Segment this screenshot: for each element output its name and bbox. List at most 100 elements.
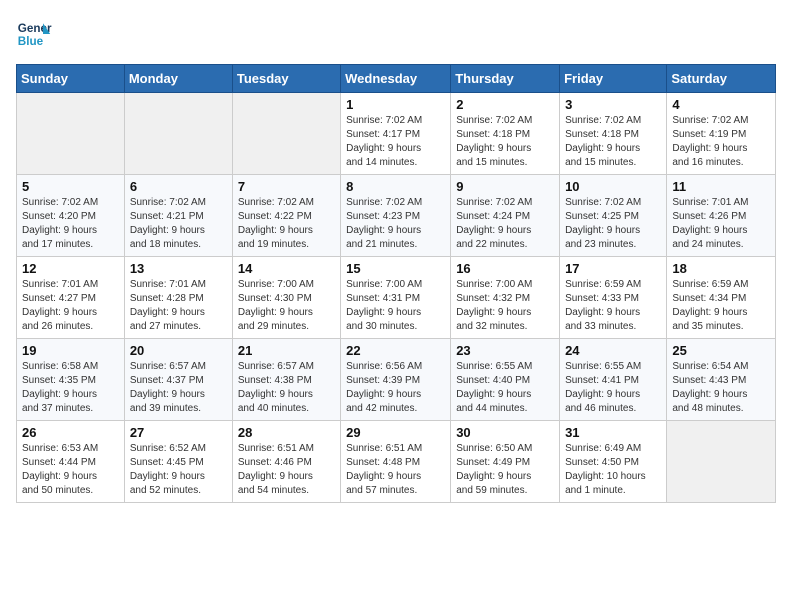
day-of-week-header: Monday [124, 65, 232, 93]
day-number: 22 [346, 343, 445, 358]
day-info: Sunrise: 7:00 AM Sunset: 4:32 PM Dayligh… [456, 278, 554, 334]
day-number: 2 [456, 97, 554, 112]
day-info: Sunrise: 6:55 AM Sunset: 4:40 PM Dayligh… [456, 360, 554, 416]
calendar-day-cell: 16 Sunrise: 7:00 AM Sunset: 4:32 PM Dayli… [451, 257, 560, 339]
calendar-day-cell: 31 Sunrise: 6:49 AM Sunset: 4:50 PM Dayli… [560, 421, 667, 503]
day-number: 12 [22, 261, 119, 276]
day-number: 23 [456, 343, 554, 358]
calendar-day-cell: 27 Sunrise: 6:52 AM Sunset: 4:45 PM Dayli… [124, 421, 232, 503]
day-info: Sunrise: 6:52 AM Sunset: 4:45 PM Dayligh… [130, 442, 227, 498]
logo: General Blue [16, 16, 52, 52]
calendar-day-cell: 14 Sunrise: 7:00 AM Sunset: 4:30 PM Dayli… [232, 257, 340, 339]
day-number: 21 [238, 343, 335, 358]
day-info: Sunrise: 7:02 AM Sunset: 4:24 PM Dayligh… [456, 196, 554, 252]
day-info: Sunrise: 7:00 AM Sunset: 4:30 PM Dayligh… [238, 278, 335, 334]
calendar-day-cell: 8Sunrise: 7:02 AM Sunset: 4:23 PM Daylig… [341, 175, 451, 257]
calendar-day-cell: 10 Sunrise: 7:02 AM Sunset: 4:25 PM Dayli… [560, 175, 667, 257]
day-info: Sunrise: 7:02 AM Sunset: 4:23 PM Dayligh… [346, 196, 445, 252]
day-number: 15 [346, 261, 445, 276]
day-info: Sunrise: 7:02 AM Sunset: 4:18 PM Dayligh… [565, 114, 661, 170]
day-number: 27 [130, 425, 227, 440]
day-number: 31 [565, 425, 661, 440]
day-number: 14 [238, 261, 335, 276]
day-number: 25 [672, 343, 770, 358]
calendar-day-cell: 11 Sunrise: 7:01 AM Sunset: 4:26 PM Dayli… [667, 175, 776, 257]
day-number: 3 [565, 97, 661, 112]
day-number: 5 [22, 179, 119, 194]
calendar-day-cell: 3 Sunrise: 7:02 AM Sunset: 4:18 PM Daylig… [560, 93, 667, 175]
calendar-day-cell: 28 Sunrise: 6:51 AM Sunset: 4:46 PM Dayli… [232, 421, 340, 503]
day-info: Sunrise: 6:49 AM Sunset: 4:50 PM Dayligh… [565, 442, 661, 498]
calendar-day-cell: 20Sunrise: 6:57 AM Sunset: 4:37 PM Dayli… [124, 339, 232, 421]
day-info: Sunrise: 6:57 AM Sunset: 4:37 PM Dayligh… [130, 360, 227, 416]
day-number: 6 [130, 179, 227, 194]
calendar-day-cell: 24 Sunrise: 6:55 AM Sunset: 4:41 PM Dayli… [560, 339, 667, 421]
day-of-week-header: Friday [560, 65, 667, 93]
day-info: Sunrise: 6:55 AM Sunset: 4:41 PM Dayligh… [565, 360, 661, 416]
day-number: 1 [346, 97, 445, 112]
calendar-day-cell: 19Sunrise: 6:58 AM Sunset: 4:35 PM Dayli… [17, 339, 125, 421]
calendar-day-cell: 13Sunrise: 7:01 AM Sunset: 4:28 PM Dayli… [124, 257, 232, 339]
day-info: Sunrise: 7:02 AM Sunset: 4:17 PM Dayligh… [346, 114, 445, 170]
day-info: Sunrise: 7:00 AM Sunset: 4:31 PM Dayligh… [346, 278, 445, 334]
day-info: Sunrise: 6:50 AM Sunset: 4:49 PM Dayligh… [456, 442, 554, 498]
logo-icon: General Blue [16, 16, 52, 52]
calendar-week-row: 5 Sunrise: 7:02 AM Sunset: 4:20 PM Daylig… [17, 175, 776, 257]
svg-text:Blue: Blue [18, 35, 44, 48]
day-info: Sunrise: 7:02 AM Sunset: 4:18 PM Dayligh… [456, 114, 554, 170]
day-number: 10 [565, 179, 661, 194]
day-info: Sunrise: 6:56 AM Sunset: 4:39 PM Dayligh… [346, 360, 445, 416]
calendar-day-cell [17, 93, 125, 175]
calendar-day-cell: 7Sunrise: 7:02 AM Sunset: 4:22 PM Daylig… [232, 175, 340, 257]
day-info: Sunrise: 6:51 AM Sunset: 4:46 PM Dayligh… [238, 442, 335, 498]
calendar-day-cell: 12 Sunrise: 7:01 AM Sunset: 4:27 PM Dayli… [17, 257, 125, 339]
calendar-week-row: 12 Sunrise: 7:01 AM Sunset: 4:27 PM Dayli… [17, 257, 776, 339]
calendar-header-row: SundayMondayTuesdayWednesdayThursdayFrid… [17, 65, 776, 93]
calendar-week-row: 1 Sunrise: 7:02 AM Sunset: 4:17 PM Daylig… [17, 93, 776, 175]
calendar-day-cell: 5 Sunrise: 7:02 AM Sunset: 4:20 PM Daylig… [17, 175, 125, 257]
day-number: 18 [672, 261, 770, 276]
calendar-day-cell: 1 Sunrise: 7:02 AM Sunset: 4:17 PM Daylig… [341, 93, 451, 175]
day-number: 28 [238, 425, 335, 440]
calendar-day-cell: 26Sunrise: 6:53 AM Sunset: 4:44 PM Dayli… [17, 421, 125, 503]
page-header: General Blue [16, 16, 776, 52]
calendar-day-cell [667, 421, 776, 503]
day-info: Sunrise: 7:02 AM Sunset: 4:25 PM Dayligh… [565, 196, 661, 252]
calendar-day-cell: 9 Sunrise: 7:02 AM Sunset: 4:24 PM Daylig… [451, 175, 560, 257]
day-number: 11 [672, 179, 770, 194]
calendar-table: SundayMondayTuesdayWednesdayThursdayFrid… [16, 64, 776, 503]
day-info: Sunrise: 6:53 AM Sunset: 4:44 PM Dayligh… [22, 442, 119, 498]
day-number: 24 [565, 343, 661, 358]
day-of-week-header: Wednesday [341, 65, 451, 93]
calendar-day-cell: 23 Sunrise: 6:55 AM Sunset: 4:40 PM Dayli… [451, 339, 560, 421]
day-number: 4 [672, 97, 770, 112]
day-number: 30 [456, 425, 554, 440]
calendar-day-cell: 30 Sunrise: 6:50 AM Sunset: 4:49 PM Dayli… [451, 421, 560, 503]
calendar-day-cell: 6Sunrise: 7:02 AM Sunset: 4:21 PM Daylig… [124, 175, 232, 257]
day-info: Sunrise: 7:02 AM Sunset: 4:19 PM Dayligh… [672, 114, 770, 170]
calendar-week-row: 19Sunrise: 6:58 AM Sunset: 4:35 PM Dayli… [17, 339, 776, 421]
day-number: 9 [456, 179, 554, 194]
day-info: Sunrise: 6:51 AM Sunset: 4:48 PM Dayligh… [346, 442, 445, 498]
day-info: Sunrise: 7:01 AM Sunset: 4:27 PM Dayligh… [22, 278, 119, 334]
calendar-day-cell: 2 Sunrise: 7:02 AM Sunset: 4:18 PM Daylig… [451, 93, 560, 175]
calendar-day-cell: 25Sunrise: 6:54 AM Sunset: 4:43 PM Dayli… [667, 339, 776, 421]
day-number: 17 [565, 261, 661, 276]
day-number: 16 [456, 261, 554, 276]
day-info: Sunrise: 6:57 AM Sunset: 4:38 PM Dayligh… [238, 360, 335, 416]
calendar-day-cell [124, 93, 232, 175]
day-of-week-header: Sunday [17, 65, 125, 93]
calendar-week-row: 26Sunrise: 6:53 AM Sunset: 4:44 PM Dayli… [17, 421, 776, 503]
calendar-day-cell: 21 Sunrise: 6:57 AM Sunset: 4:38 PM Dayli… [232, 339, 340, 421]
calendar-day-cell: 4 Sunrise: 7:02 AM Sunset: 4:19 PM Daylig… [667, 93, 776, 175]
day-info: Sunrise: 6:59 AM Sunset: 4:34 PM Dayligh… [672, 278, 770, 334]
day-of-week-header: Thursday [451, 65, 560, 93]
day-of-week-header: Tuesday [232, 65, 340, 93]
day-number: 19 [22, 343, 119, 358]
calendar-day-cell [232, 93, 340, 175]
day-info: Sunrise: 7:02 AM Sunset: 4:20 PM Dayligh… [22, 196, 119, 252]
calendar-body: 1 Sunrise: 7:02 AM Sunset: 4:17 PM Daylig… [17, 93, 776, 503]
calendar-day-cell: 15 Sunrise: 7:00 AM Sunset: 4:31 PM Dayli… [341, 257, 451, 339]
calendar-day-cell: 18 Sunrise: 6:59 AM Sunset: 4:34 PM Dayli… [667, 257, 776, 339]
day-info: Sunrise: 7:01 AM Sunset: 4:26 PM Dayligh… [672, 196, 770, 252]
